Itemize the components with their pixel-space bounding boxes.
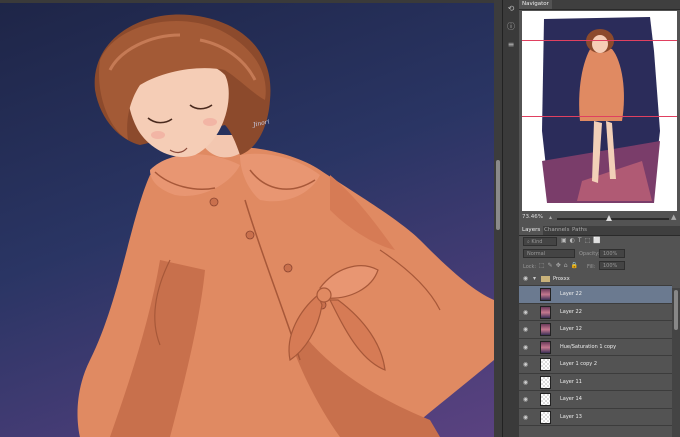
panel-icon-strip: ⟲ ⓘ ≡ <box>502 0 520 437</box>
layer-name: Layer 12 <box>560 326 582 332</box>
layer-row[interactable]: ◉ Layer 1 copy 2 <box>519 356 672 374</box>
visibility-eye-icon[interactable]: ◉ <box>522 344 529 351</box>
layers-list: Layer 22 ◉ Layer 22 ◉ Layer 12 ◉ Hue/Saturatio… <box>519 286 672 437</box>
tab-layers[interactable]: Layers <box>519 226 544 235</box>
fill-label: Fill: <box>587 264 596 270</box>
layer-name: Layer 1 copy 2 <box>560 361 598 367</box>
opacity-field[interactable]: 100% <box>599 249 625 258</box>
info-icon[interactable]: ⓘ <box>506 22 516 32</box>
visibility-eye-icon[interactable]: ◉ <box>522 396 529 403</box>
visibility-eye-icon[interactable]: ◉ <box>522 361 529 368</box>
visibility-eye-icon[interactable]: ◉ <box>522 414 529 421</box>
layer-thumbnail <box>540 375 551 389</box>
history-icon[interactable]: ⟲ <box>506 4 516 14</box>
layers-tabbar: Layers Channels Paths <box>519 226 680 236</box>
layer-thumbnail <box>540 393 551 406</box>
layer-name: Hue/Saturation 1 copy <box>560 343 617 350</box>
layer-thumbnail <box>540 288 551 301</box>
search-icon: ⌕ <box>527 239 530 245</box>
layers-scroll-thumb[interactable] <box>674 290 678 330</box>
layer-row[interactable]: ◉ Hue/Saturation 1 copy <box>519 339 672 356</box>
layer-thumbnail <box>540 340 551 354</box>
layer-thumbnail <box>540 358 551 371</box>
navigator-preview[interactable] <box>522 11 677 211</box>
right-panel: Navigator 73.46% ▴ ▲ Layers Channels Pat… <box>519 0 680 437</box>
zoom-in-icon[interactable]: ▲ <box>671 213 676 221</box>
layer-name: Layer 22 <box>560 291 582 297</box>
layer-thumbnail <box>540 410 551 424</box>
layer-name: Layer 14 <box>560 396 582 402</box>
tab-channels[interactable]: Channels <box>541 226 572 235</box>
layer-row[interactable]: ◉ Layer 22 <box>519 304 672 321</box>
document-canvas[interactable]: Jinori <box>0 0 494 437</box>
properties-icon[interactable]: ≡ <box>506 40 516 50</box>
tab-navigator[interactable]: Navigator <box>519 0 552 9</box>
visibility-eye-icon[interactable]: ◉ <box>522 379 529 386</box>
folder-icon <box>541 276 550 282</box>
document-tabs-strip <box>0 0 494 3</box>
artwork <box>77 14 494 437</box>
layer-thumbnail <box>540 305 551 319</box>
zoom-slider-knob[interactable] <box>606 215 612 221</box>
visibility-eye-icon[interactable] <box>522 291 529 298</box>
layer-filter-kind[interactable]: ⌕ Kind <box>523 237 557 246</box>
canvas-scroll-thumb[interactable] <box>496 160 500 230</box>
navigator-tabbar: Navigator <box>519 0 680 10</box>
layer-thumbnail <box>540 323 551 336</box>
opacity-label: Opacity: <box>579 251 600 257</box>
lock-icons[interactable]: ⬚✎✥⌂🔒 <box>539 262 581 269</box>
layer-name: Layer 22 <box>560 308 582 315</box>
visibility-eye-icon[interactable]: ◉ <box>522 309 529 316</box>
navigator-thumbnail <box>522 17 677 203</box>
layer-filter-icons[interactable]: ▣◐T⬚⬜ <box>561 237 604 244</box>
navigator-zoom-bar: 73.46% ▴ ▲ <box>519 212 680 224</box>
layer-name: Layer 13 <box>560 413 582 420</box>
tab-paths[interactable]: Paths <box>569 226 590 235</box>
visibility-eye-icon[interactable]: ◉ <box>522 275 529 282</box>
layer-row[interactable]: ◉ Layer 14 <box>519 391 672 409</box>
layer-row[interactable]: Layer 22 <box>519 286 672 304</box>
zoom-out-icon[interactable]: ▴ <box>549 214 552 221</box>
visibility-eye-icon[interactable]: ◉ <box>522 326 529 333</box>
layer-row[interactable]: ◉ Layer 12 <box>519 321 672 339</box>
group-name: Proxxx <box>553 276 570 282</box>
blend-mode-select[interactable]: Normal <box>523 249 575 258</box>
zoom-level[interactable]: 73.46% <box>522 214 543 220</box>
group-expand-icon[interactable]: ▾ <box>533 275 536 282</box>
fill-field[interactable]: 100% <box>599 261 625 270</box>
layer-row[interactable]: ◉ Layer 11 <box>519 374 672 391</box>
layer-name: Layer 11 <box>560 378 582 385</box>
lock-label: Lock: <box>523 264 537 270</box>
layer-row[interactable]: ◉ Layer 13 <box>519 409 672 426</box>
layer-group-row[interactable]: ◉ ▾ Proxxx <box>519 273 672 286</box>
zoom-slider[interactable] <box>557 218 669 220</box>
